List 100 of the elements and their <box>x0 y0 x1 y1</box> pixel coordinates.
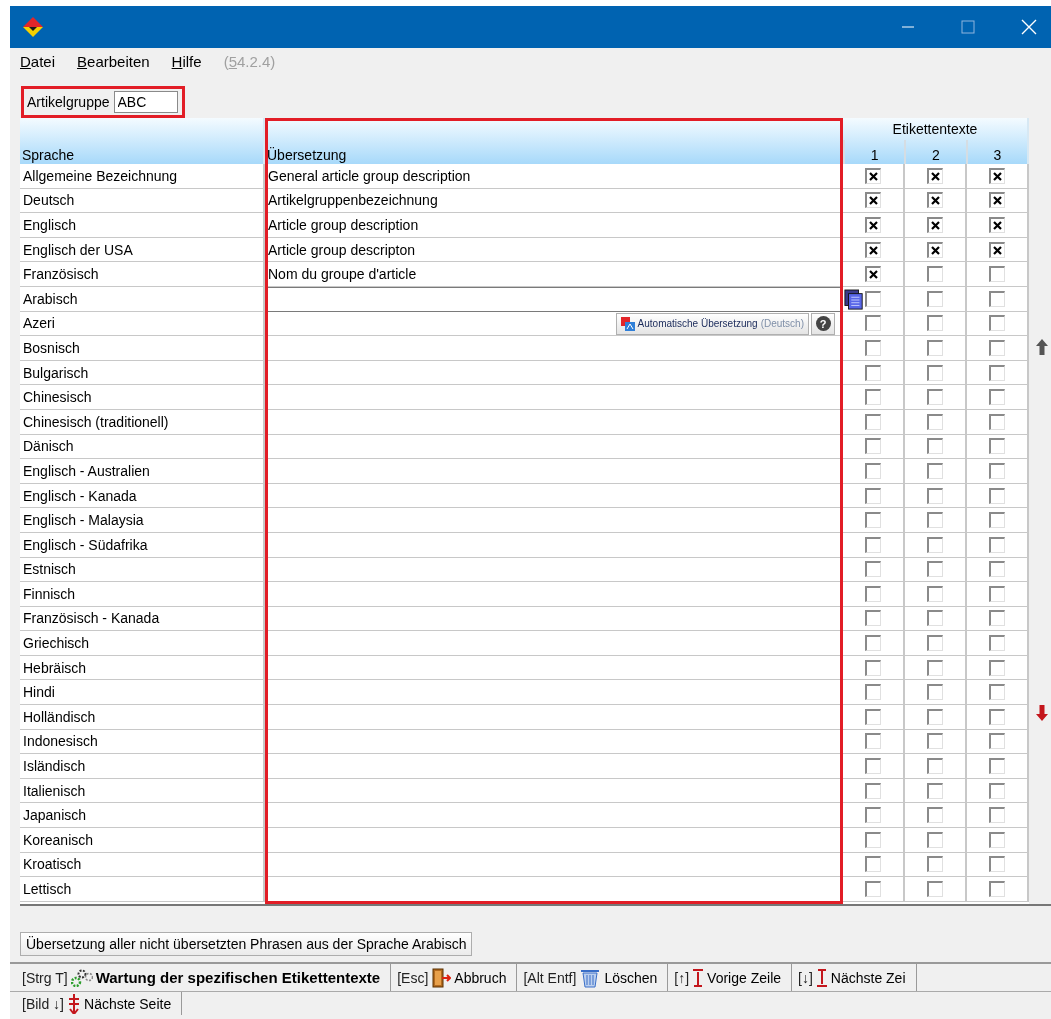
checkbox[interactable] <box>865 266 881 283</box>
checkbox[interactable] <box>927 659 943 676</box>
checkbox[interactable] <box>927 413 943 430</box>
checkbox[interactable] <box>989 659 1005 676</box>
auto-translate-button[interactable]: Automatische Übersetzung (Deutsch) <box>615 312 809 335</box>
checkbox[interactable] <box>927 585 943 602</box>
checkbox[interactable] <box>989 807 1005 824</box>
help-button[interactable]: ? <box>811 312 835 335</box>
checkbox[interactable] <box>927 266 943 283</box>
toolbar-button[interactable]: [Esc] Abbruch <box>391 964 518 991</box>
checkbox[interactable] <box>927 290 943 307</box>
checkbox[interactable] <box>989 758 1005 775</box>
checkbox[interactable] <box>865 536 881 553</box>
checkbox[interactable] <box>989 610 1005 627</box>
checkbox[interactable] <box>989 708 1005 725</box>
checkbox[interactable] <box>989 462 1005 479</box>
checkbox[interactable] <box>927 241 943 258</box>
checkbox[interactable] <box>927 389 943 406</box>
checkbox[interactable] <box>989 733 1005 750</box>
checkbox[interactable] <box>927 536 943 553</box>
checkbox[interactable] <box>989 241 1005 258</box>
checkbox[interactable] <box>927 782 943 799</box>
checkbox[interactable] <box>865 881 881 897</box>
checkbox[interactable] <box>865 512 881 529</box>
checkbox[interactable] <box>865 733 881 750</box>
checkbox[interactable] <box>989 339 1005 356</box>
checkbox[interactable] <box>927 364 943 381</box>
checkbox[interactable] <box>989 487 1005 504</box>
checkbox[interactable] <box>865 831 881 848</box>
checkbox[interactable] <box>865 635 881 652</box>
checkbox[interactable] <box>989 389 1005 406</box>
arrow-up-icon[interactable] <box>1035 338 1049 356</box>
checkbox[interactable] <box>927 217 943 233</box>
checkbox[interactable] <box>927 856 943 873</box>
checkbox[interactable] <box>865 807 881 824</box>
checkbox[interactable] <box>927 167 943 184</box>
checkbox[interactable] <box>989 881 1005 897</box>
checkbox[interactable] <box>989 635 1005 652</box>
checkbox[interactable] <box>989 217 1005 233</box>
checkbox[interactable] <box>989 536 1005 553</box>
checkbox[interactable] <box>989 413 1005 430</box>
checkbox[interactable] <box>989 561 1005 578</box>
checkbox[interactable] <box>865 758 881 775</box>
checkbox[interactable] <box>989 167 1005 184</box>
checkbox[interactable] <box>927 339 943 356</box>
checkbox[interactable] <box>927 684 943 701</box>
toolbar-button[interactable]: [Bild ↓] Nächste Seite <box>16 992 183 1015</box>
maximize-icon[interactable] <box>961 20 975 34</box>
checkbox[interactable] <box>865 782 881 799</box>
checkbox[interactable] <box>865 413 881 430</box>
checkbox[interactable] <box>989 192 1005 209</box>
checkbox[interactable] <box>865 561 881 578</box>
checkbox[interactable] <box>865 684 881 701</box>
checkbox[interactable] <box>927 561 943 578</box>
checkbox[interactable] <box>865 487 881 504</box>
checkbox[interactable] <box>865 585 881 602</box>
checkbox[interactable] <box>865 315 881 332</box>
checkbox[interactable] <box>989 512 1005 529</box>
checkbox[interactable] <box>989 290 1005 307</box>
checkbox[interactable] <box>865 241 881 258</box>
menu-item[interactable]: Datei <box>20 52 56 70</box>
translate-all-button[interactable]: Übersetzung aller nicht übersetzten Phrasen aus der Sprache Arabisch <box>20 932 473 956</box>
checkbox[interactable] <box>865 659 881 676</box>
checkbox[interactable] <box>865 217 881 233</box>
menu-item[interactable]: Hilfe <box>171 52 202 70</box>
checkbox[interactable] <box>865 339 881 356</box>
checkbox[interactable] <box>927 192 943 209</box>
checkbox[interactable] <box>865 290 881 307</box>
checkbox[interactable] <box>989 438 1005 455</box>
clipboard-icon[interactable] <box>844 287 864 312</box>
input-field[interactable]: ABC <box>113 91 178 113</box>
checkbox[interactable] <box>989 831 1005 848</box>
checkbox[interactable] <box>865 462 881 479</box>
checkbox[interactable] <box>989 856 1005 873</box>
checkbox[interactable] <box>865 610 881 627</box>
checkbox[interactable] <box>989 266 1005 283</box>
checkbox[interactable] <box>927 733 943 750</box>
checkbox[interactable] <box>927 881 943 897</box>
checkbox[interactable] <box>927 438 943 455</box>
checkbox[interactable] <box>989 585 1005 602</box>
checkbox[interactable] <box>927 635 943 652</box>
checkbox[interactable] <box>927 708 943 725</box>
checkbox[interactable] <box>865 438 881 455</box>
checkbox[interactable] <box>989 364 1005 381</box>
checkbox[interactable] <box>927 462 943 479</box>
checkbox[interactable] <box>989 684 1005 701</box>
checkbox[interactable] <box>927 758 943 775</box>
checkbox[interactable] <box>927 831 943 848</box>
close-icon[interactable] <box>1021 19 1037 35</box>
toolbar-button[interactable]: [↑] Vorige Zeile <box>668 964 793 991</box>
checkbox[interactable] <box>865 708 881 725</box>
checkbox[interactable] <box>865 856 881 873</box>
toolbar-button[interactable]: [Alt Entf] Löschen <box>517 964 669 991</box>
checkbox[interactable] <box>927 487 943 504</box>
checkbox[interactable] <box>865 364 881 381</box>
checkbox[interactable] <box>989 315 1005 332</box>
arrow-down-icon[interactable] <box>1035 704 1049 722</box>
checkbox[interactable] <box>989 782 1005 799</box>
checkbox[interactable] <box>865 389 881 406</box>
checkbox[interactable] <box>927 512 943 529</box>
